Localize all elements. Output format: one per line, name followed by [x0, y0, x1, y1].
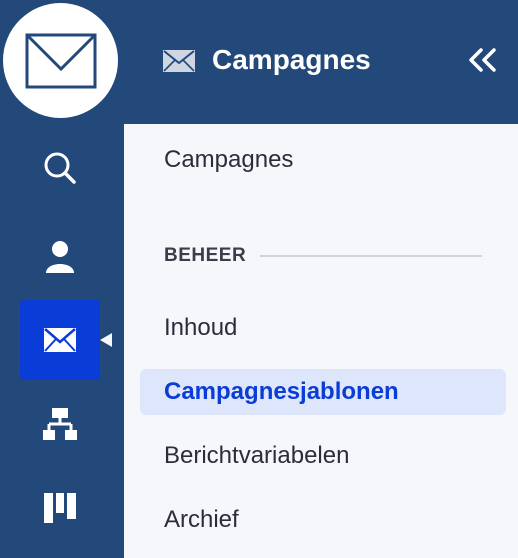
navigation-panel: Campagnes BEHEER Inhoud Campagnesjablone…: [124, 124, 518, 558]
double-chevron-left-icon: [469, 48, 496, 72]
envelope-icon: [44, 328, 76, 352]
rail-hierarchy-button[interactable]: [20, 384, 100, 464]
collapse-button[interactable]: [464, 44, 500, 76]
rail-search-button[interactable]: [20, 128, 100, 208]
section-title: BEHEER: [164, 245, 247, 266]
section-beheer: BEHEER: [164, 244, 482, 268]
nav-item-berichtvariabelen[interactable]: Berichtvariabelen: [140, 433, 506, 479]
section-divider: [260, 255, 482, 257]
rail-campaigns-button[interactable]: [20, 300, 112, 380]
icon-rail: [0, 0, 124, 558]
rail-board-button[interactable]: [20, 468, 100, 548]
envelope-logo-icon: [25, 33, 96, 88]
nav-item-campagnesjablonen[interactable]: Campagnesjablonen: [140, 369, 506, 415]
page-title: Campagnes: [212, 44, 371, 75]
panel-header: Campagnes: [124, 0, 518, 124]
envelope-icon: [163, 50, 195, 72]
nav-item-campagnes[interactable]: Campagnes: [140, 137, 506, 183]
app-logo[interactable]: [3, 3, 118, 118]
nav-item-archief[interactable]: Archief: [140, 497, 506, 543]
hierarchy-icon: [43, 408, 77, 440]
nav-item-inhoud[interactable]: Inhoud: [140, 305, 506, 351]
user-icon: [46, 241, 74, 273]
search-icon: [44, 152, 76, 184]
board-icon: [44, 493, 76, 523]
rail-user-button[interactable]: [20, 216, 100, 296]
